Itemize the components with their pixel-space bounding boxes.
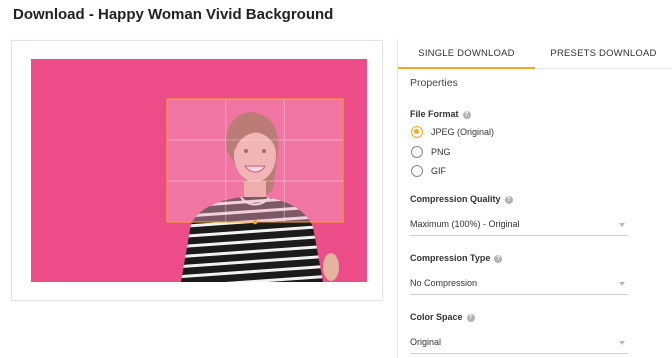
preview-image <box>31 59 367 282</box>
radio-button[interactable] <box>411 146 423 158</box>
tab-single-download[interactable]: SINGLE DOWNLOAD <box>398 39 535 69</box>
radio-label-jpeg: JPEG (Original) <box>431 127 495 137</box>
download-settings-panel: SINGLE DOWNLOAD PRESETS DOWNLOAD Propert… <box>397 39 672 358</box>
compression-quality-label: Compression Quality? <box>410 194 513 204</box>
radio-png[interactable]: PNG <box>411 145 451 159</box>
help-icon[interactable]: ? <box>466 314 475 322</box>
file-format-label: File Format? <box>410 109 471 119</box>
compression-type-select[interactable]: No Compression <box>410 275 628 295</box>
color-space-select[interactable]: Original <box>410 334 628 354</box>
compression-quality-value: Maximum (100%) - Original <box>410 219 520 229</box>
radio-label-png: PNG <box>431 147 451 157</box>
file-format-label-text: File Format <box>410 109 459 119</box>
compression-quality-label-text: Compression Quality <box>410 194 501 204</box>
color-space-value: Original <box>410 337 442 347</box>
compression-type-value: No Compression <box>410 278 478 288</box>
radio-button[interactable] <box>411 165 423 177</box>
download-tabs: SINGLE DOWNLOAD PRESETS DOWNLOAD <box>398 39 672 69</box>
help-icon[interactable]: ? <box>494 255 503 263</box>
crop-selection-handle[interactable] <box>167 99 343 222</box>
radio-button-checked[interactable] <box>411 126 423 138</box>
chevron-down-icon <box>619 282 625 286</box>
color-space-label: Color Space? <box>410 312 475 322</box>
chevron-down-icon <box>619 341 625 345</box>
chevron-down-icon <box>619 223 625 227</box>
color-space-label-text: Color Space <box>410 312 463 322</box>
radio-gif[interactable]: GIF <box>411 164 446 178</box>
properties-heading: Properties <box>410 77 458 89</box>
image-preview-card <box>11 40 383 301</box>
radio-jpeg[interactable]: JPEG (Original) <box>411 125 494 139</box>
compression-type-label: Compression Type? <box>410 253 503 263</box>
help-icon[interactable]: ? <box>462 111 471 119</box>
tab-presets-download[interactable]: PRESETS DOWNLOAD <box>535 39 672 69</box>
help-icon[interactable]: ? <box>504 196 513 204</box>
compression-type-label-text: Compression Type <box>410 253 491 263</box>
radio-label-gif: GIF <box>431 166 446 176</box>
compression-quality-select[interactable]: Maximum (100%) - Original <box>410 216 628 236</box>
page-title: Download - Happy Woman Vivid Background <box>13 6 334 23</box>
